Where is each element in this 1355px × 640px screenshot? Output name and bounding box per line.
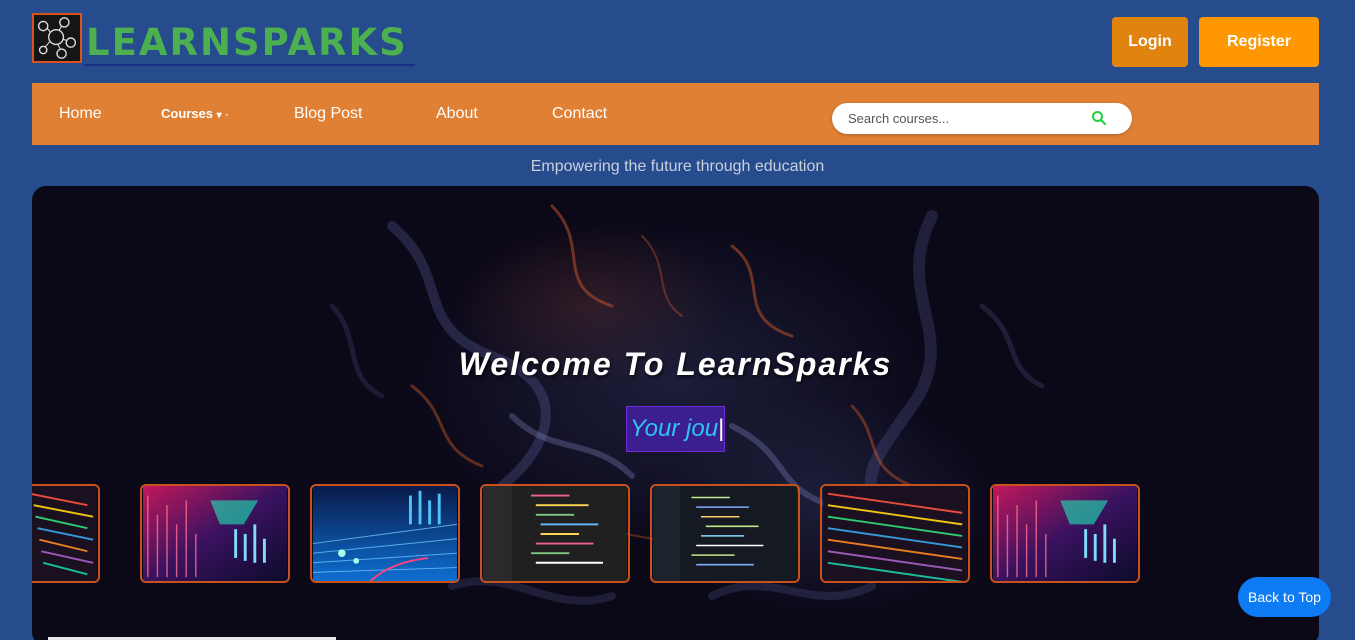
chevron-down-icon: ▾ [216, 110, 222, 121]
carousel-thumbnail[interactable] [140, 484, 290, 583]
dropdown-dot-icon: · [225, 110, 229, 121]
hero-section: Welcome To LearnSparks Your jou| [32, 186, 1319, 640]
nav-about[interactable]: About [436, 83, 478, 145]
carousel-thumbnail[interactable] [310, 484, 460, 583]
nav-contact[interactable]: Contact [552, 83, 607, 145]
nav-courses-label: Courses [161, 106, 214, 121]
search-input[interactable] [848, 103, 1088, 134]
search-icon[interactable] [1091, 110, 1107, 126]
register-button[interactable]: Register [1199, 17, 1319, 67]
nav-courses[interactable]: Courses ▾ · [161, 83, 229, 145]
carousel-thumbnail[interactable] [820, 484, 970, 583]
carousel-thumbnail[interactable] [650, 484, 800, 583]
typed-text: Your jou [630, 415, 719, 442]
hero-title: Welcome To LearnSparks [458, 346, 893, 382]
typed-subtitle: Your jou| [626, 406, 725, 452]
search-bar [832, 103, 1132, 134]
nav-home[interactable]: Home [59, 83, 102, 145]
brand-name[interactable]: LEARNSPARKS [86, 22, 408, 64]
carousel-thumbnail[interactable] [480, 484, 630, 583]
login-button[interactable]: Login [1112, 17, 1188, 67]
logo-icon[interactable] [32, 13, 82, 63]
back-to-top-button[interactable]: Back to Top [1238, 577, 1331, 617]
carousel-thumbnail[interactable] [32, 484, 100, 583]
tagline: Empowering the future through education [530, 158, 825, 175]
main-nav: Home Courses ▾ · Blog Post About Contact [32, 83, 1319, 145]
nav-blog-post[interactable]: Blog Post [294, 83, 362, 145]
typing-cursor: | [718, 415, 725, 442]
carousel-thumbnail[interactable] [990, 484, 1140, 583]
site-header: LEARNSPARKS Login Register [0, 0, 1355, 83]
brand-underline [84, 64, 415, 66]
